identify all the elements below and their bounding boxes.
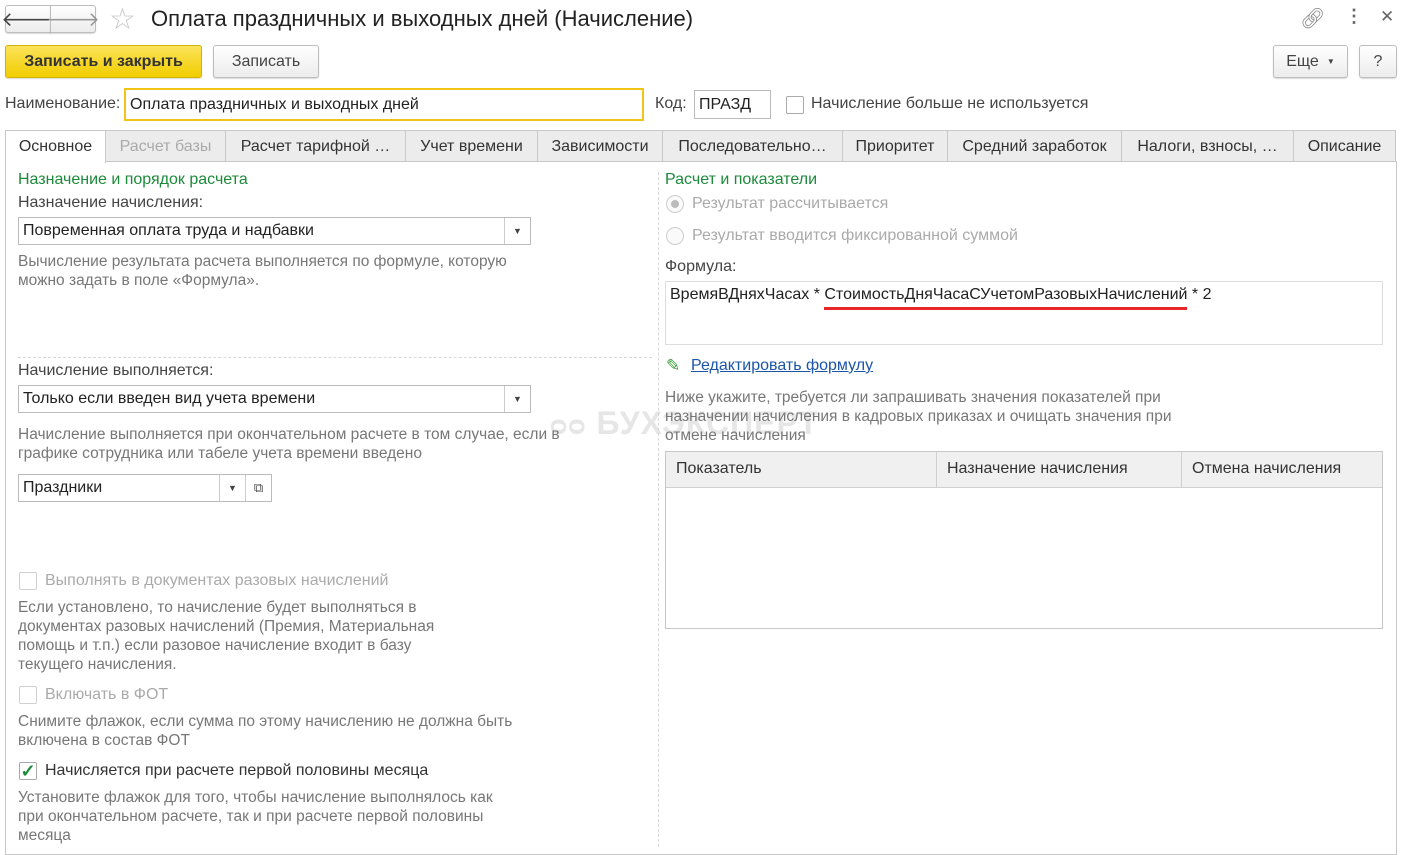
time-type-select[interactable]: Праздники ▼ ⧉ — [18, 474, 272, 502]
first-half-label: Начисляется при расчете первой половины … — [45, 762, 429, 779]
edit-formula-link[interactable]: Редактировать формулу — [691, 357, 873, 375]
pencil-icon: ✎ — [666, 356, 681, 375]
formula-label: Формула: — [665, 258, 737, 275]
fot-hint: Снимите флажок, если сумма по этому начи… — [18, 713, 513, 749]
column-header-cancel[interactable]: Отмена начисления — [1182, 452, 1382, 487]
first-half-checkbox[interactable]: ✓ — [19, 762, 37, 780]
column-header-assignment[interactable]: Назначение начисления — [937, 452, 1182, 487]
formula-text: ВремяВДняхЧасах * — [670, 286, 825, 303]
purpose-section-title: Назначение и порядок расчета — [18, 171, 248, 188]
forward-button[interactable]: 🡒 — [46, 5, 100, 33]
formula-highlight: СтоимостьДняЧасаСУчетомРазовыхНачислений — [824, 286, 1188, 310]
calc-section-title: Расчет и показатели — [665, 171, 818, 188]
indicators-hint: Ниже укажите, требуется ли запрашивать з… — [665, 389, 1172, 444]
section-divider — [18, 357, 652, 358]
tab-average-earnings[interactable]: Средний заработок — [947, 130, 1122, 162]
purpose-select[interactable]: Повременная оплата труда и надбавки ▼ — [18, 217, 531, 245]
back-button[interactable]: 🡐 — [1, 5, 55, 33]
radio-calculated[interactable] — [666, 195, 684, 213]
unused-checkbox[interactable] — [786, 96, 804, 114]
exec-hint: Начисление выполняется при окончательном… — [18, 426, 560, 462]
chevron-down-icon[interactable]: ▼ — [504, 386, 530, 412]
fot-checkbox[interactable] — [19, 686, 37, 704]
exec-select[interactable]: Только если введен вид учета времени ▼ — [18, 385, 531, 413]
help-button[interactable]: ? — [1359, 45, 1397, 78]
tab-tariff-calc[interactable]: Расчет тарифной … — [225, 130, 406, 162]
link-icon[interactable]: 🔗︎ — [1300, 6, 1325, 31]
onetime-label: Выполнять в документах разовых начислени… — [45, 572, 389, 589]
radio-dot — [671, 200, 679, 208]
arrow-right-icon: 🡒 — [46, 8, 100, 31]
name-input[interactable]: Оплата праздничных и выходных дней — [124, 88, 644, 121]
radio-calculated-label: Результат рассчитывается — [692, 195, 889, 212]
radio-fixed[interactable] — [666, 227, 684, 245]
purpose-value: Повременная оплата труда и надбавки — [23, 222, 314, 239]
tab-priority[interactable]: Приоритет — [842, 130, 948, 162]
code-label: Код: — [655, 95, 687, 112]
save-button[interactable]: Записать — [213, 45, 319, 78]
radio-fixed-label: Результат вводится фиксированной суммой — [692, 227, 1018, 244]
tab-base-calc[interactable]: Расчет базы — [105, 130, 226, 162]
time-type-value: Праздники — [23, 479, 103, 496]
exec-label: Начисление выполняется: — [18, 362, 214, 379]
tab-taxes[interactable]: Налоги, взносы, … — [1121, 130, 1294, 162]
onetime-hint: Если установлено, то начисление будет вы… — [18, 599, 435, 673]
more-label: Еще — [1286, 52, 1319, 70]
tab-time-accounting[interactable]: Учет времени — [405, 130, 538, 162]
open-icon[interactable]: ⧉ — [245, 475, 271, 501]
formula-text-end: * 2 — [1187, 286, 1212, 303]
column-divider — [658, 172, 659, 847]
chevron-down-icon[interactable]: ▼ — [504, 218, 530, 244]
first-half-hint: Установите флажок для того, чтобы начисл… — [18, 789, 493, 844]
code-input[interactable]: ПРАЗД — [694, 90, 771, 119]
fot-label: Включать в ФОТ — [45, 686, 169, 703]
column-header-indicator[interactable]: Показатель — [666, 452, 937, 487]
unused-label: Начисление больше не используется — [811, 95, 1089, 112]
checkmark-icon: ✓ — [20, 761, 36, 781]
favorite-star-icon[interactable]: ☆ — [109, 2, 136, 37]
chevron-down-icon: ▼ — [1326, 57, 1335, 66]
chevron-down-icon[interactable]: ▼ — [219, 475, 245, 501]
tab-description[interactable]: Описание — [1293, 130, 1396, 162]
tab-dependencies[interactable]: Зависимости — [537, 130, 663, 162]
tab-main[interactable]: Основное — [5, 130, 106, 163]
purpose-hint: Вычисление результата расчета выполняетс… — [18, 253, 507, 289]
name-label: Наименование: — [5, 95, 121, 112]
close-icon[interactable]: ✕ — [1380, 7, 1394, 27]
more-actions-icon[interactable]: ⋮ — [1345, 6, 1363, 27]
indicators-table[interactable]: Показатель Назначение начисления Отмена … — [665, 451, 1383, 629]
purpose-label: Назначение начисления: — [18, 194, 204, 211]
tab-sequence[interactable]: Последовательно… — [662, 130, 843, 162]
save-and-close-button[interactable]: Записать и закрыть — [5, 45, 202, 78]
window-title: Оплата праздничных и выходных дней (Начи… — [151, 6, 694, 31]
onetime-checkbox[interactable] — [19, 572, 37, 590]
formula-field[interactable]: ВремяВДняхЧасах * СтоимостьДняЧасаСУчето… — [665, 281, 1383, 345]
more-button[interactable]: Еще ▼ — [1273, 45, 1348, 78]
exec-value: Только если введен вид учета времени — [23, 390, 316, 407]
